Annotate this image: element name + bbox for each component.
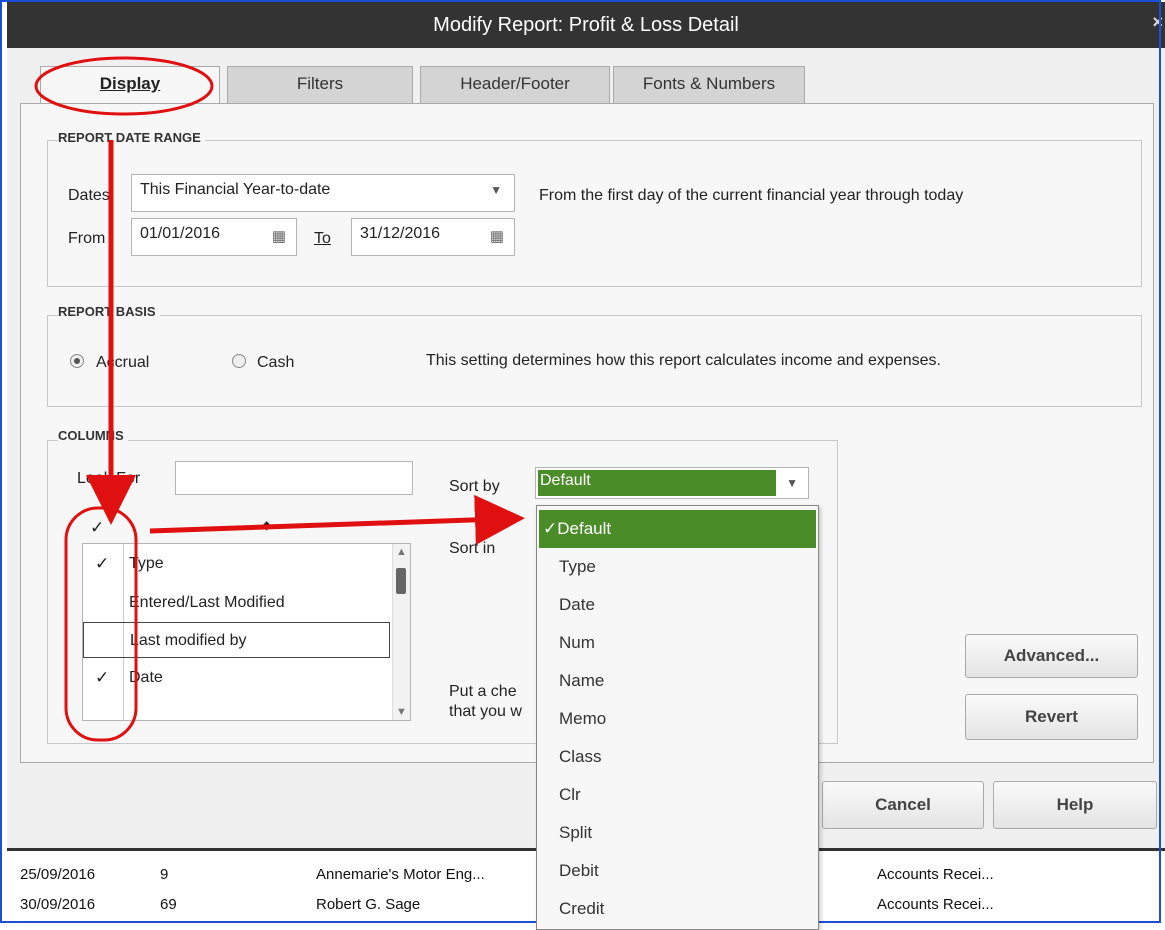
basis-description: This setting determines how this report …	[426, 352, 941, 369]
list-item[interactable]: Entered/Last Modified	[83, 585, 393, 621]
bg-name-1: Annemarie's Motor Eng...	[316, 866, 485, 883]
report-basis-label: REPORT BASIS	[58, 304, 160, 319]
dropdown-option-default[interactable]: ✓Default	[539, 510, 816, 548]
chevron-down-icon[interactable]: ▼	[786, 476, 798, 490]
tab-filters[interactable]: Filters	[227, 66, 413, 105]
dropdown-option-date[interactable]: Date	[539, 586, 816, 624]
put-check-text-2: that you w	[449, 703, 522, 720]
dropdown-option-class[interactable]: Class	[539, 738, 816, 776]
close-icon[interactable]: ×	[1152, 12, 1163, 33]
dates-select[interactable]: This Financial Year-to-date ▼	[131, 174, 515, 212]
dropdown-option-clr[interactable]: Clr	[539, 776, 816, 814]
from-label: From	[68, 230, 106, 247]
sort-in-label: Sort in	[449, 540, 496, 557]
bg-num-2: 69	[160, 896, 177, 913]
scroll-thumb[interactable]	[396, 568, 406, 594]
bg-account-2: Accounts Recei...	[877, 896, 994, 913]
accrual-label: Accrual	[96, 354, 150, 371]
header-checkmark: ✓	[90, 518, 105, 537]
sort-indicator-icon: ◆	[262, 518, 272, 532]
sort-by-select[interactable]: Default ▼	[535, 467, 809, 499]
tab-header-footer[interactable]: Header/Footer	[420, 66, 610, 105]
window-title: Modify Report: Profit & Loss Detail	[433, 14, 739, 36]
list-scrollbar[interactable]: ▲ ▼	[392, 544, 410, 720]
tab-display[interactable]: Display	[40, 66, 220, 105]
dropdown-option-memo[interactable]: Memo	[539, 700, 816, 738]
report-date-range-group	[47, 140, 1142, 287]
title-bar: Modify Report: Profit & Loss Detail ×	[7, 2, 1165, 49]
bg-date-1: 25/09/2016	[20, 866, 96, 883]
scroll-up-icon[interactable]: ▲	[396, 546, 407, 558]
dates-label: Dates	[68, 187, 110, 204]
advanced-button[interactable]: Advanced...	[965, 634, 1138, 678]
bg-account-1: Accounts Recei...	[877, 866, 994, 883]
bg-num-1: 9	[160, 866, 169, 883]
columns-label: COLUMNS	[58, 428, 128, 443]
dropdown-option-credit[interactable]: Credit	[539, 890, 816, 928]
list-item[interactable]: ✓ Type	[83, 546, 393, 582]
sort-by-dropdown[interactable]: ✓Default Type Date Num Name Memo Class C…	[536, 505, 819, 930]
dropdown-option-debit[interactable]: Debit	[539, 852, 816, 890]
cash-radio[interactable]	[232, 354, 246, 368]
accrual-radio[interactable]	[70, 354, 84, 368]
columns-list[interactable]: ✓ Type Entered/Last Modified Last modifi…	[82, 543, 411, 721]
dropdown-option-name[interactable]: Name	[539, 662, 816, 700]
cash-label: Cash	[257, 354, 295, 371]
list-item-focused[interactable]: Last modified by	[83, 622, 390, 658]
calendar-icon[interactable]: ▦	[272, 227, 286, 245]
to-date-field[interactable]: 31/12/2016 ▦	[351, 218, 515, 256]
tab-fonts-numbers[interactable]: Fonts & Numbers	[613, 66, 805, 105]
sort-by-label: Sort by	[449, 478, 500, 495]
dropdown-option-num[interactable]: Num	[539, 624, 816, 662]
cancel-button[interactable]: Cancel	[822, 781, 984, 829]
to-label: To	[314, 230, 331, 247]
bg-date-2: 30/09/2016	[20, 896, 96, 913]
revert-button[interactable]: Revert	[965, 694, 1138, 740]
report-date-range-label: REPORT DATE RANGE	[58, 130, 205, 145]
chevron-down-icon: ▼	[490, 183, 502, 197]
list-item[interactable]: ✓ Date	[83, 660, 393, 696]
look-for-input[interactable]	[175, 461, 413, 495]
help-button[interactable]: Help	[993, 781, 1157, 829]
dropdown-option-split[interactable]: Split	[539, 814, 816, 852]
from-date-field[interactable]: 01/01/2016 ▦	[131, 218, 297, 256]
dates-description: From the first day of the current financ…	[539, 187, 964, 204]
dropdown-option-type[interactable]: Type	[539, 548, 816, 586]
look-for-label: Look For	[77, 470, 141, 487]
put-check-text-1: Put a che	[449, 683, 517, 700]
bg-name-2: Robert G. Sage	[316, 896, 421, 913]
scroll-down-icon[interactable]: ▼	[396, 706, 407, 718]
calendar-icon[interactable]: ▦	[490, 227, 504, 245]
